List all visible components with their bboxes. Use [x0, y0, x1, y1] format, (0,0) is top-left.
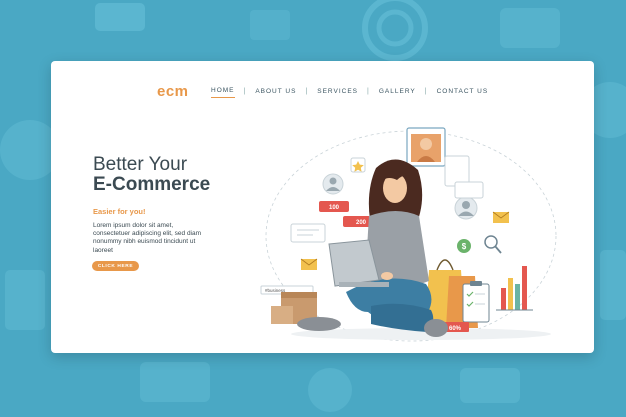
- discount-text: 60%: [449, 326, 462, 332]
- landing-page-card: ecm HOME | ABOUT US | SERVICES | GALLERY…: [51, 61, 594, 353]
- nav-about-us[interactable]: ABOUT US: [255, 86, 296, 97]
- nav-gallery[interactable]: GALLERY: [379, 86, 416, 97]
- mail-icon: [300, 258, 318, 270]
- user-avatar-icon: [322, 173, 344, 195]
- star-icon: [350, 157, 366, 173]
- click-here-button[interactable]: CLICK HERE: [92, 261, 139, 271]
- user-avatar-icon: [454, 196, 478, 220]
- checklist-icon: [462, 281, 490, 323]
- nav-separator: |: [424, 88, 428, 95]
- svg-text:$: $: [462, 242, 467, 251]
- hero-subtitle: Easier for you!: [93, 207, 146, 216]
- hero-body-text: Lorem ipsum dolor sit amet, consectetuer…: [93, 222, 202, 254]
- woman-with-laptop: [297, 159, 448, 337]
- brand-logo[interactable]: ecm: [157, 83, 189, 100]
- magnifier-icon: [484, 235, 502, 254]
- hero-illustration: 100 200 $ #business 60%: [251, 116, 571, 346]
- hero-title-line1: Better Your: [93, 154, 188, 175]
- nav-contact-us[interactable]: CONTACT US: [437, 86, 489, 97]
- bar-chart-icon: [496, 266, 533, 311]
- main-nav: HOME | ABOUT US | SERVICES | GALLERY | C…: [211, 85, 488, 98]
- hero-title-line2: E-Commerce: [93, 174, 211, 195]
- dollar-coin-icon: $: [457, 239, 471, 253]
- like-count: 100: [329, 205, 340, 211]
- nav-separator: |: [243, 88, 247, 95]
- nav-home[interactable]: HOME: [211, 85, 235, 98]
- nav-separator: |: [305, 88, 309, 95]
- heart-count: 200: [356, 220, 367, 226]
- like-badge: 100: [319, 201, 349, 212]
- mail-icon: [492, 211, 510, 223]
- ecommerce-illustration: 100 200 $ #business 60%: [260, 127, 557, 342]
- nav-services[interactable]: SERVICES: [317, 86, 358, 97]
- nav-separator: |: [367, 88, 370, 95]
- profile-photo-icon: [406, 127, 446, 167]
